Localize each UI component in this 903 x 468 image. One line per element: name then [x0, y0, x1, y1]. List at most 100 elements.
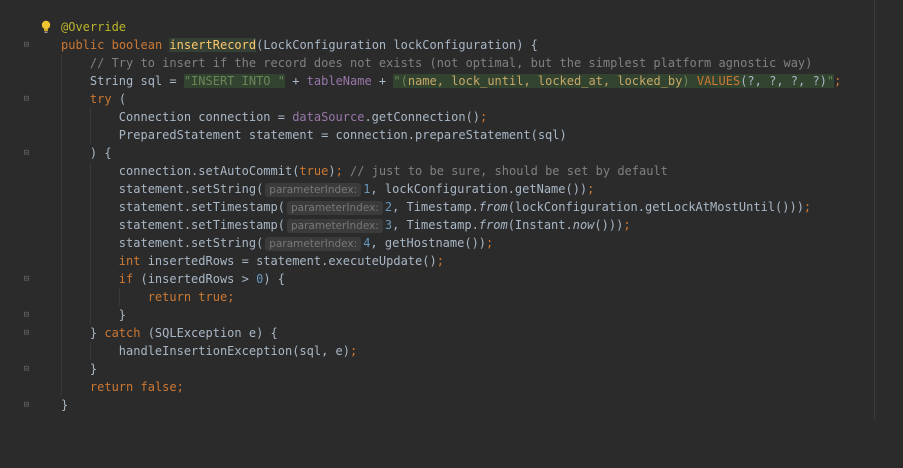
code-text: }: [61, 306, 126, 324]
semicolon-token: ;: [486, 236, 494, 250]
code-text: handleInsertionException(sql, e);: [61, 342, 357, 360]
keyword-token: false: [140, 380, 177, 394]
code-line[interactable]: ⊟ ) {: [0, 144, 903, 162]
code-text: String sql = "INSERT INTO " + tableName …: [61, 72, 841, 90]
semicolon-token: ;: [480, 110, 488, 124]
code-token: PreparedStatement statement = connection…: [118, 128, 567, 142]
code-line[interactable]: int insertedRows = statement.executeUpda…: [0, 252, 903, 270]
code-text: public boolean insertRecord(LockConfigur…: [61, 36, 538, 54]
code-line[interactable]: ⊟ }: [0, 360, 903, 378]
code-text: return true;: [61, 288, 235, 306]
fold-marker-icon[interactable]: ⊟: [22, 148, 31, 158]
code-line[interactable]: ⊟ }: [0, 306, 903, 324]
lightbulb-icon[interactable]: [40, 20, 52, 34]
code-token: (LockConfiguration lockConfiguration) {: [256, 38, 538, 52]
code-line[interactable]: return true;: [0, 288, 903, 306]
code-line[interactable]: statement.setTimestamp(parameterIndex: 2,…: [0, 198, 903, 216]
field-token: tableName: [306, 74, 372, 88]
code-token: insertedRows = statement.executeUpdate(): [140, 254, 437, 268]
code-line[interactable]: PreparedStatement statement = connection…: [0, 126, 903, 144]
code-token: Connection connection =: [118, 110, 293, 124]
code-line[interactable]: String sql = "INSERT INTO " + tableName …: [0, 72, 903, 90]
code-token: ())): [594, 218, 624, 232]
code-token: +: [371, 74, 394, 88]
semicolon-token: ;: [587, 182, 595, 196]
code-token: +: [284, 74, 307, 88]
code-text: statement.setTimestamp(parameterIndex: 3,…: [61, 216, 631, 234]
code-line[interactable]: connection.setAutoCommit(true); // just …: [0, 162, 903, 180]
code-line[interactable]: @Override: [0, 18, 903, 36]
semicolon-token: ;: [623, 218, 631, 232]
code-line[interactable]: ⊟ } catch (SQLException e) {: [0, 324, 903, 342]
field-token: dataSource: [292, 110, 365, 124]
code-token: ) {: [89, 146, 112, 160]
code-line[interactable]: ⊟ if (insertedRows > 0) {: [0, 270, 903, 288]
keyword-token: int: [118, 254, 141, 268]
code-text: Connection connection = dataSource.getCo…: [61, 108, 487, 126]
code-token: statement.setString(: [118, 182, 264, 196]
fold-marker-icon[interactable]: ⊟: [22, 310, 31, 320]
code-text: return false;: [61, 378, 184, 396]
fold-marker-icon[interactable]: ⊟: [22, 328, 31, 338]
code-token: }: [89, 326, 105, 340]
code-token: (Instant.: [507, 218, 573, 232]
fold-marker-icon[interactable]: ⊟: [22, 364, 31, 374]
code-text: statement.setString(parameterIndex: 4, ge…: [61, 234, 493, 252]
keyword-token: return: [89, 380, 134, 394]
keyword-token: true: [198, 290, 228, 304]
method-name-token: insertRecord: [169, 38, 257, 52]
code-token: }: [61, 398, 69, 412]
code-token: ): [328, 164, 336, 178]
code-token: (insertedRows >: [133, 272, 257, 286]
code-token: , Timestamp.: [392, 200, 479, 214]
code-line[interactable]: handleInsertionException(sql, e);: [0, 342, 903, 360]
code-text: statement.setString(parameterIndex: 1, lo…: [61, 180, 594, 198]
code-line[interactable]: ⊟ public boolean insertRecord(LockConfig…: [0, 36, 903, 54]
semicolon-token: ;: [803, 200, 812, 214]
code-token: connection.setAutoCommit(: [118, 164, 300, 178]
semicolon-token: ;: [335, 164, 343, 178]
code-token: (SQLException e) {: [140, 326, 278, 340]
code-area[interactable]: @Override ⊟ public boolean insertRecord(…: [0, 18, 903, 414]
parameter-hint: parameterIndex:: [265, 237, 362, 251]
code-token: handleInsertionException(sql, e): [118, 344, 350, 358]
semicolon-token: ;: [349, 344, 358, 358]
keyword-token: boolean: [111, 38, 163, 52]
code-token: , lockConfiguration.getName()): [370, 182, 588, 196]
number-token: 3: [384, 218, 393, 232]
code-line[interactable]: statement.setString(parameterIndex: 4, ge…: [0, 234, 903, 252]
number-token: 2: [384, 200, 393, 214]
code-token: (lockConfiguration.getLockAtMostUntil())…: [507, 200, 804, 214]
code-text: ) {: [61, 144, 112, 162]
string-token: "INSERT INTO ": [183, 74, 285, 88]
sql-keyword-token: VALUES: [696, 74, 741, 88]
semicolon-token: ;: [834, 74, 842, 88]
code-token: .getConnection(): [364, 110, 481, 124]
string-token: "(: [393, 74, 408, 88]
code-token: (: [111, 92, 127, 106]
fold-marker-icon[interactable]: ⊟: [22, 40, 31, 50]
code-line[interactable]: Connection connection = dataSource.getCo…: [0, 108, 903, 126]
code-line[interactable]: ⊟ }: [0, 396, 903, 414]
code-line[interactable]: statement.setTimestamp(parameterIndex: 3,…: [0, 216, 903, 234]
code-text: PreparedStatement statement = connection…: [61, 126, 567, 144]
parameter-hint: parameterIndex:: [265, 183, 362, 197]
code-token: , Timestamp.: [392, 218, 479, 232]
fold-marker-icon[interactable]: ⊟: [22, 94, 31, 104]
code-line[interactable]: return false;: [0, 378, 903, 396]
code-text: connection.setAutoCommit(true); // just …: [61, 162, 668, 180]
code-token: ) {: [263, 272, 285, 286]
string-token: ): [682, 74, 697, 88]
code-line[interactable]: statement.setString(parameterIndex: 1, lo…: [0, 180, 903, 198]
code-line[interactable]: ⊟ try (: [0, 90, 903, 108]
code-line[interactable]: // Try to insert if the record does not …: [0, 54, 903, 72]
static-method-token: from: [478, 218, 508, 232]
fold-marker-icon[interactable]: ⊟: [22, 400, 31, 410]
code-token: }: [89, 362, 98, 376]
code-editor[interactable]: @Override ⊟ public boolean insertRecord(…: [0, 0, 903, 419]
static-method-token: from: [478, 200, 508, 214]
fold-marker-icon[interactable]: ⊟: [22, 274, 31, 284]
keyword-token: return: [147, 290, 192, 304]
code-token: String sql =: [89, 74, 184, 88]
annotation-token: @Override: [61, 20, 127, 34]
